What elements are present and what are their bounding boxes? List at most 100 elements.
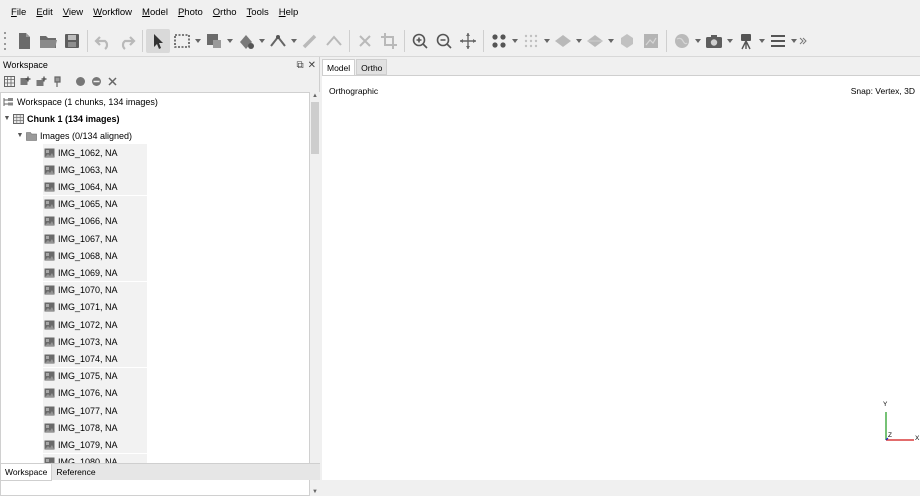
resize-region-icon[interactable]: [202, 29, 226, 53]
tree-image-item[interactable]: IMG_1069, NA: [43, 264, 147, 282]
toolbar-overflow-icon[interactable]: [798, 29, 808, 53]
region-dropdown-icon[interactable]: [226, 29, 234, 53]
menu-workflow[interactable]: Workflow: [88, 0, 137, 26]
mesh-model-icon[interactable]: [551, 29, 575, 53]
tiled-model-icon[interactable]: [583, 29, 607, 53]
add-folder-icon[interactable]: [34, 74, 49, 89]
show-cameras-dropdown-icon[interactable]: [758, 29, 766, 53]
close-panel-icon[interactable]: ✕: [308, 60, 316, 71]
workspace-bottom-tabs: Workspace Reference: [0, 463, 320, 481]
open-project-icon[interactable]: [36, 29, 60, 53]
delete-selection-icon[interactable]: [353, 29, 377, 53]
basemap-dropdown-icon[interactable]: [694, 29, 702, 53]
menu-photo[interactable]: Photo: [173, 0, 208, 26]
dense-cloud-icon[interactable]: [519, 29, 543, 53]
toolbar-separator: [349, 30, 350, 52]
image-label: IMG_1076, NA: [58, 388, 118, 399]
tree-image-item[interactable]: IMG_1068, NA: [43, 247, 147, 265]
tiled-dropdown-icon[interactable]: [607, 29, 615, 53]
menu-dropdown-icon[interactable]: [790, 29, 798, 53]
move-dropdown-icon[interactable]: [258, 29, 266, 53]
camera-dropdown-icon[interactable]: [726, 29, 734, 53]
zoom-out-icon[interactable]: [432, 29, 456, 53]
tree-image-item[interactable]: IMG_1065, NA: [43, 195, 147, 213]
add-photos-icon[interactable]: [18, 74, 33, 89]
scrollbar-thumb[interactable]: [311, 102, 319, 154]
hamburger-menu-icon[interactable]: [766, 29, 790, 53]
photo-icon: [43, 267, 55, 278]
model-viewport[interactable]: Orthographic Snap: Vertex, 3D Y Z X: [322, 75, 920, 480]
draw-polyline-icon[interactable]: [298, 29, 322, 53]
menu-file[interactable]: File: [6, 0, 31, 26]
crop-selection-icon[interactable]: [377, 29, 401, 53]
tree-image-item[interactable]: IMG_1076, NA: [43, 384, 147, 402]
tree-image-item[interactable]: IMG_1070, NA: [43, 281, 147, 299]
point-cloud-dropdown-icon[interactable]: [511, 29, 519, 53]
tree-image-item[interactable]: IMG_1079, NA: [43, 436, 147, 454]
tab-reference[interactable]: Reference: [52, 464, 99, 481]
undo-icon[interactable]: [91, 29, 115, 53]
menu-edit[interactable]: Edit: [31, 0, 57, 26]
photo-icon: [43, 336, 55, 347]
selection-dropdown-icon[interactable]: [194, 29, 202, 53]
float-panel-icon[interactable]: ⧉: [296, 60, 303, 71]
tree-image-item[interactable]: IMG_1073, NA: [43, 333, 147, 351]
show-cameras-icon[interactable]: [734, 29, 758, 53]
dense-cloud-dropdown-icon[interactable]: [543, 29, 551, 53]
menu-tools[interactable]: Tools: [242, 0, 274, 26]
tree-image-item[interactable]: IMG_1066, NA: [43, 212, 147, 230]
redo-icon[interactable]: [115, 29, 139, 53]
scroll-up-icon[interactable]: ▲: [312, 93, 318, 99]
axes-indicator: Y Z X: [880, 401, 920, 444]
photo-icon: [43, 353, 55, 364]
rectangle-selection-icon[interactable]: [170, 29, 194, 53]
tree-image-item[interactable]: IMG_1077, NA: [43, 402, 147, 419]
tab-ortho[interactable]: Ortho: [356, 59, 388, 75]
tree-image-item[interactable]: IMG_1072, NA: [43, 316, 147, 333]
tree-image-item[interactable]: IMG_1063, NA: [43, 161, 147, 179]
zoom-in-icon[interactable]: [408, 29, 432, 53]
enable-icon[interactable]: [73, 74, 88, 89]
orthomosaic-icon[interactable]: [639, 29, 663, 53]
tree-image-item[interactable]: IMG_1074, NA: [43, 350, 147, 368]
disable-icon[interactable]: [89, 74, 104, 89]
menu-view[interactable]: View: [58, 0, 88, 26]
move-object-icon[interactable]: [234, 29, 258, 53]
new-project-icon[interactable]: [12, 29, 36, 53]
add-marker-icon[interactable]: [50, 74, 65, 89]
menu-ortho[interactable]: Ortho: [208, 0, 242, 26]
draw-polygon-icon[interactable]: [322, 29, 346, 53]
tab-model[interactable]: Model: [322, 59, 356, 75]
ruler-icon[interactable]: [266, 29, 290, 53]
tree-image-item[interactable]: IMG_1067, NA: [43, 230, 147, 247]
add-chunk-icon[interactable]: [2, 74, 17, 89]
point-cloud-icon[interactable]: [487, 29, 511, 53]
save-project-icon[interactable]: [60, 29, 84, 53]
toolbar-grip[interactable]: [2, 30, 8, 52]
camera-icon[interactable]: [702, 29, 726, 53]
tree-image-item[interactable]: IMG_1071, NA: [43, 298, 147, 316]
tree-image-item[interactable]: IMG_1062, NA: [43, 144, 147, 161]
shapes-icon[interactable]: [615, 29, 639, 53]
tree-chunk[interactable]: ▼ Chunk 1 (134 images): [2, 110, 120, 127]
tree-images-folder[interactable]: ▼ Images (0/134 aligned): [15, 127, 133, 144]
menu-help[interactable]: Help: [274, 0, 304, 26]
expand-arrow-icon[interactable]: ▼: [2, 115, 12, 122]
remove-items-icon[interactable]: [105, 74, 120, 89]
workspace-scrollbar[interactable]: ▲ ▼: [310, 92, 320, 496]
tree-image-item[interactable]: IMG_1075, NA: [43, 367, 147, 385]
menu-model[interactable]: Model: [137, 0, 173, 26]
tree-image-item[interactable]: IMG_1064, NA: [43, 178, 147, 196]
main-toolbar: [0, 26, 920, 57]
photo-icon: [43, 250, 55, 261]
reset-view-icon[interactable]: [456, 29, 480, 53]
tree-image-item[interactable]: IMG_1078, NA: [43, 419, 147, 437]
expand-arrow-icon[interactable]: ▼: [15, 132, 25, 139]
tab-workspace[interactable]: Workspace: [0, 464, 53, 481]
ruler-dropdown-icon[interactable]: [290, 29, 298, 53]
show-basemap-icon[interactable]: [670, 29, 694, 53]
navigation-cursor-icon[interactable]: [146, 29, 170, 53]
tree-root-workspace[interactable]: Workspace (1 chunks, 134 images): [2, 93, 158, 110]
mesh-dropdown-icon[interactable]: [575, 29, 583, 53]
scroll-down-icon[interactable]: ▼: [312, 489, 318, 495]
